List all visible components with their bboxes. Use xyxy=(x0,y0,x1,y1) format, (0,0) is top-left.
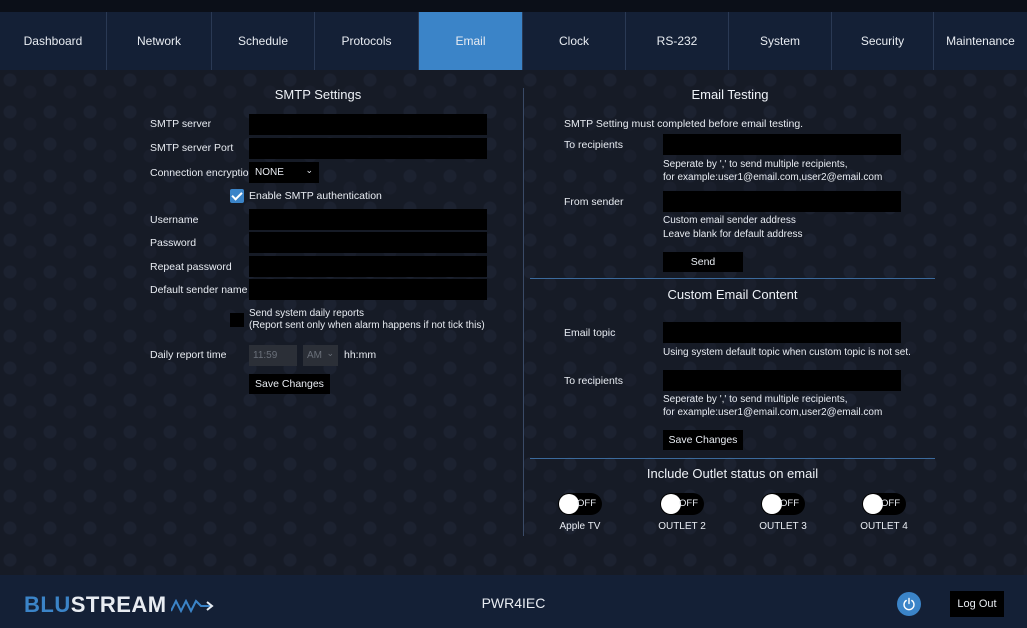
top-strip xyxy=(0,0,1027,12)
outlet-toggle-4[interactable]: OFF xyxy=(862,493,906,515)
testing-notice: SMTP Setting must completed before email… xyxy=(564,118,804,130)
username-input[interactable] xyxy=(249,209,487,230)
username-label: Username xyxy=(150,214,199,226)
toggle-state: OFF xyxy=(881,498,900,509)
power-icon xyxy=(903,597,915,611)
toggle-state: OFF xyxy=(780,498,799,509)
smtp-settings-title: SMTP Settings xyxy=(274,87,362,102)
daily-ampm-select[interactable]: AM ⌄ xyxy=(303,345,338,366)
divider xyxy=(530,458,935,459)
custom-content-title: Custom Email Content xyxy=(667,287,798,302)
logout-button[interactable]: Log Out xyxy=(950,591,1004,617)
time-format-label: hh:mm xyxy=(344,349,377,361)
test-to-hint-2: for example:user1@email.com,user2@email.… xyxy=(663,172,883,183)
tab-system[interactable]: System xyxy=(729,12,832,70)
smtp-server-input[interactable] xyxy=(249,114,487,135)
smtp-port-input[interactable] xyxy=(249,138,487,159)
toggle-knob xyxy=(661,494,681,514)
encryption-select[interactable]: NONE ⌄ xyxy=(249,162,319,183)
tab-rs232[interactable]: RS-232 xyxy=(626,12,729,70)
encryption-label: Connection encryption xyxy=(150,167,255,179)
email-testing-title: Email Testing xyxy=(691,87,769,102)
toggle-knob xyxy=(863,494,883,514)
password-label: Password xyxy=(150,237,197,249)
test-to-label: To recipients xyxy=(564,139,623,151)
device-name: PWR4IEC xyxy=(481,595,546,611)
custom-to-hint-1: Seperate by ',' to send multiple recipie… xyxy=(663,394,848,405)
sender-name-label: Default sender name xyxy=(150,284,248,296)
sender-name-input[interactable] xyxy=(249,279,487,300)
column-divider xyxy=(523,88,524,536)
smtp-save-button[interactable]: Save Changes xyxy=(249,374,330,394)
outlet-name-4: OUTLET 4 xyxy=(860,521,908,532)
topic-label: Email topic xyxy=(564,327,616,339)
tab-protocols[interactable]: Protocols xyxy=(315,12,419,70)
toggle-state: OFF xyxy=(577,498,596,509)
divider xyxy=(530,278,935,279)
tab-clock[interactable]: Clock xyxy=(523,12,626,70)
tab-security[interactable]: Security xyxy=(832,12,934,70)
main-nav: Dashboard Network Schedule Protocols Ema… xyxy=(0,12,1027,70)
outlet-name-2: OUTLET 2 xyxy=(658,521,706,532)
smtp-server-label: SMTP server xyxy=(150,118,212,130)
password-input[interactable] xyxy=(249,232,487,253)
daily-time-input[interactable]: 11:59 xyxy=(249,345,297,366)
test-from-hint-1: Custom email sender address xyxy=(663,215,796,226)
tab-dashboard[interactable]: Dashboard xyxy=(0,12,107,70)
tab-email[interactable]: Email xyxy=(419,12,523,70)
footer: BLUSTREAM PWR4IEC Log Out xyxy=(0,575,1027,628)
topic-hint: Using system default topic when custom t… xyxy=(663,347,911,358)
outlet-toggle-2[interactable]: OFF xyxy=(660,493,704,515)
test-to-hint-1: Seperate by ',' to send multiple recipie… xyxy=(663,159,848,170)
daily-reports-checkbox[interactable] xyxy=(230,313,244,327)
smtp-auth-checkbox[interactable] xyxy=(230,189,244,203)
custom-to-label: To recipients xyxy=(564,375,623,387)
outlet-toggle-1[interactable]: OFF xyxy=(558,493,602,515)
tab-network[interactable]: Network xyxy=(107,12,212,70)
toggle-state: OFF xyxy=(679,498,698,509)
test-from-label: From sender xyxy=(564,196,624,208)
outlet-name-1: Apple TV xyxy=(559,521,601,532)
custom-to-hint-2: for example:user1@email.com,user2@email.… xyxy=(663,407,883,418)
test-from-input[interactable] xyxy=(663,191,901,212)
smtp-port-label: SMTP server Port xyxy=(150,142,234,154)
daily-report-time-label: Daily report time xyxy=(150,349,227,361)
main-content: SMTP Settings SMTP server SMTP server Po… xyxy=(0,70,1027,575)
send-button[interactable]: Send xyxy=(663,252,743,272)
outlet-toggle-3[interactable]: OFF xyxy=(761,493,805,515)
test-from-hint-2: Leave blank for default address xyxy=(663,229,803,240)
toggle-knob xyxy=(762,494,782,514)
power-button[interactable] xyxy=(897,592,921,616)
custom-save-button[interactable]: Save Changes xyxy=(663,430,743,450)
ampm-value: AM xyxy=(307,350,322,361)
topic-input[interactable] xyxy=(663,322,901,343)
tab-maintenance[interactable]: Maintenance xyxy=(934,12,1027,70)
daily-reports-line2: (Report sent only when alarm happens if … xyxy=(249,320,485,331)
repeat-password-label: Repeat password xyxy=(150,261,232,273)
outlet-name-3: OUTLET 3 xyxy=(759,521,807,532)
tab-schedule[interactable]: Schedule xyxy=(212,12,315,70)
smtp-auth-label: Enable SMTP authentication xyxy=(249,190,382,202)
chevron-down-icon: ⌄ xyxy=(326,348,334,358)
chevron-down-icon: ⌄ xyxy=(305,165,313,175)
custom-to-input[interactable] xyxy=(663,370,901,391)
repeat-password-input[interactable] xyxy=(249,256,487,277)
test-to-input[interactable] xyxy=(663,134,901,155)
toggle-knob xyxy=(559,494,579,514)
encryption-value: NONE xyxy=(255,167,284,178)
outlet-status-title: Include Outlet status on email xyxy=(646,466,819,481)
